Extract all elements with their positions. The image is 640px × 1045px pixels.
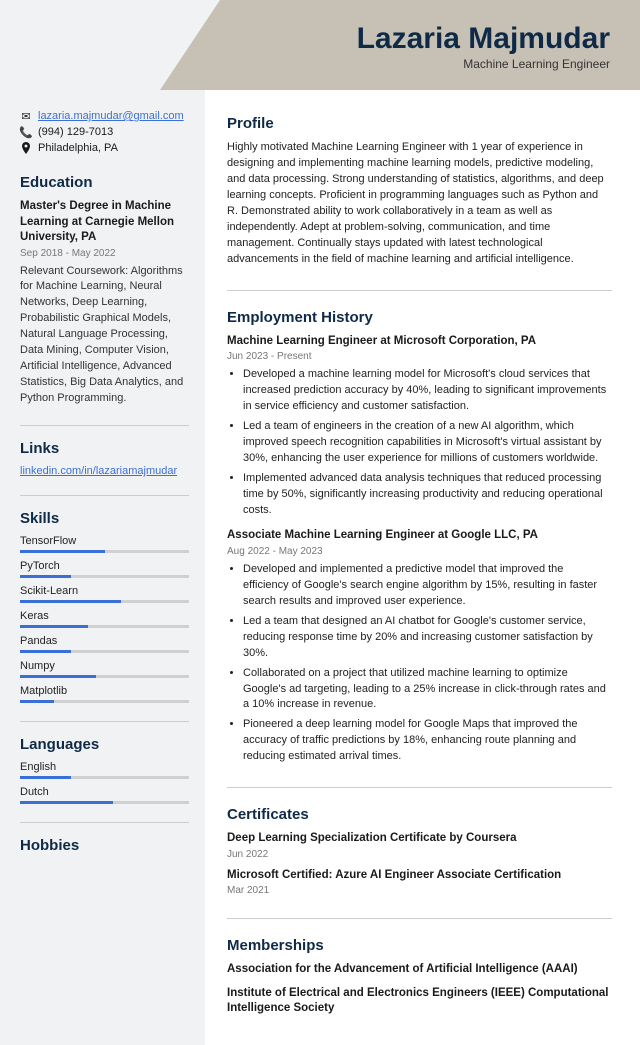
header-band: Lazaria Majmudar Machine Learning Engine…: [0, 0, 640, 90]
certificate-date: Mar 2021: [227, 885, 612, 896]
language-bar: [20, 801, 189, 804]
job-bullet: Led a team that designed an AI chatbot f…: [243, 614, 612, 662]
profile-heading: Profile: [227, 115, 612, 132]
job-bullet: Implemented advanced data analysis techn…: [243, 471, 612, 519]
skill-name: Scikit-Learn: [20, 585, 189, 597]
job-title: Associate Machine Learning Engineer at G…: [227, 528, 612, 544]
skill-name: Keras: [20, 610, 189, 622]
job-item: Associate Machine Learning Engineer at G…: [227, 528, 612, 765]
job-dates: Jun 2023 - Present: [227, 351, 612, 362]
phone-text: (994) 129-7013: [38, 126, 113, 138]
job-bullets: Developed a machine learning model for M…: [243, 367, 612, 518]
certificate-item: Deep Learning Specialization Certificate…: [227, 831, 612, 860]
phone-icon: 📞: [20, 126, 32, 138]
employment-heading: Employment History: [227, 290, 612, 326]
job-title: Machine Learning Engineer at Microsoft C…: [227, 334, 612, 350]
hobbies-heading: Hobbies: [20, 822, 189, 854]
location-icon: [20, 142, 32, 154]
contact-email: ✉ lazaria.majmudar@gmail.com: [20, 110, 189, 122]
links-heading: Links: [20, 425, 189, 457]
email-link[interactable]: lazaria.majmudar@gmail.com: [38, 110, 184, 122]
certificate-title: Deep Learning Specialization Certificate…: [227, 831, 612, 847]
memberships-heading: Memberships: [227, 918, 612, 954]
certificate-item: Microsoft Certified: Azure AI Engineer A…: [227, 868, 612, 897]
job-bullets: Developed and implemented a predictive m…: [243, 562, 612, 765]
skill-name: TensorFlow: [20, 535, 189, 547]
skill-name: Matplotlib: [20, 685, 189, 697]
job-bullet: Developed and implemented a predictive m…: [243, 562, 612, 610]
language-name: Dutch: [20, 786, 189, 798]
skill-item: PyTorch: [20, 560, 189, 578]
skill-bar: [20, 600, 189, 603]
skill-name: Numpy: [20, 660, 189, 672]
skill-item: Keras: [20, 610, 189, 628]
skill-name: PyTorch: [20, 560, 189, 572]
education-dates: Sep 2018 - May 2022: [20, 248, 189, 259]
main-content: Profile Highly motivated Machine Learnin…: [205, 90, 640, 1045]
skill-item: Scikit-Learn: [20, 585, 189, 603]
skill-bar: [20, 575, 189, 578]
job-dates: Aug 2022 - May 2023: [227, 546, 612, 557]
membership-title: Association for the Advancement of Artif…: [227, 962, 612, 978]
skill-bar: [20, 700, 189, 703]
contact-location: Philadelphia, PA: [20, 142, 189, 154]
skill-item: Matplotlib: [20, 685, 189, 703]
certificates-heading: Certificates: [227, 787, 612, 823]
job-title: Machine Learning Engineer: [463, 57, 610, 71]
skills-heading: Skills: [20, 495, 189, 527]
language-name: English: [20, 761, 189, 773]
language-item: Dutch: [20, 786, 189, 804]
skill-item: Numpy: [20, 660, 189, 678]
language-item: English: [20, 761, 189, 779]
membership-item: Institute of Electrical and Electronics …: [227, 986, 612, 1017]
job-bullet: Collaborated on a project that utilized …: [243, 666, 612, 714]
sidebar: ✉ lazaria.majmudar@gmail.com 📞 (994) 129…: [0, 90, 205, 1045]
certificate-title: Microsoft Certified: Azure AI Engineer A…: [227, 868, 612, 884]
education-degree: Master's Degree in Machine Learning at C…: [20, 199, 189, 246]
membership-item: Association for the Advancement of Artif…: [227, 962, 612, 978]
certificate-date: Jun 2022: [227, 849, 612, 860]
education-heading: Education: [20, 174, 189, 191]
location-text: Philadelphia, PA: [38, 142, 118, 154]
language-bar: [20, 776, 189, 779]
languages-heading: Languages: [20, 721, 189, 753]
skill-item: TensorFlow: [20, 535, 189, 553]
person-name: Lazaria Majmudar: [357, 22, 610, 56]
education-desc: Relevant Coursework: Algorithms for Mach…: [20, 264, 189, 407]
skill-bar: [20, 550, 189, 553]
contact-phone: 📞 (994) 129-7013: [20, 126, 189, 138]
skill-bar: [20, 650, 189, 653]
linkedin-link[interactable]: linkedin.com/in/lazariamajmudar: [20, 465, 177, 477]
skill-item: Pandas: [20, 635, 189, 653]
profile-text: Highly motivated Machine Learning Engine…: [227, 140, 612, 268]
skill-name: Pandas: [20, 635, 189, 647]
job-bullet: Pioneered a deep learning model for Goog…: [243, 717, 612, 765]
job-bullet: Led a team of engineers in the creation …: [243, 419, 612, 467]
membership-title: Institute of Electrical and Electronics …: [227, 986, 612, 1017]
job-item: Machine Learning Engineer at Microsoft C…: [227, 334, 612, 519]
email-icon: ✉: [20, 110, 32, 122]
job-bullet: Developed a machine learning model for M…: [243, 367, 612, 415]
skill-bar: [20, 625, 189, 628]
skill-bar: [20, 675, 189, 678]
